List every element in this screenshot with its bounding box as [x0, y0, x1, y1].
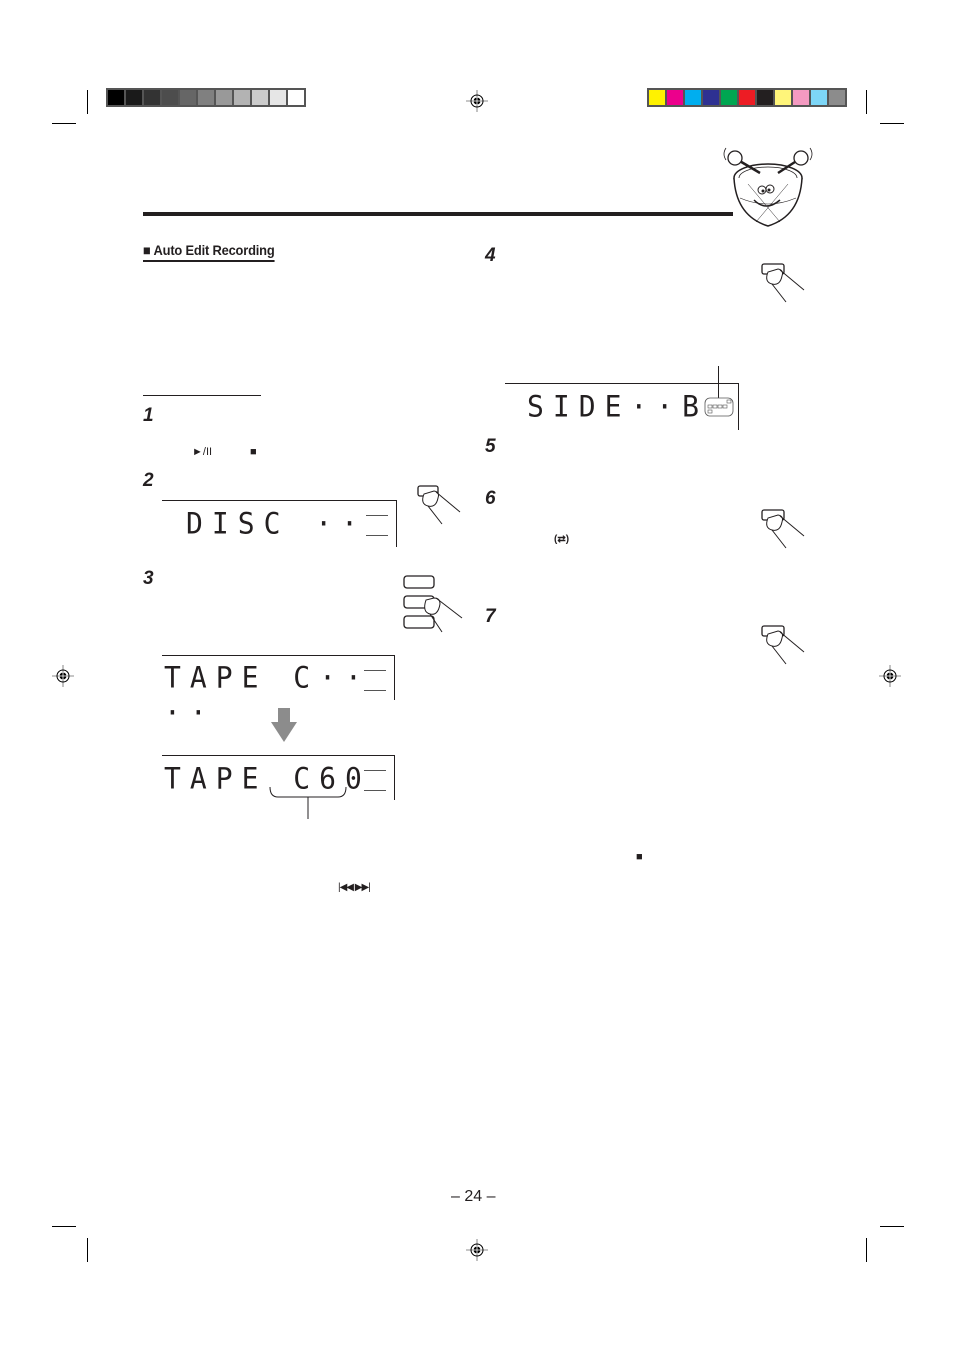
step-number: 6 — [485, 488, 496, 509]
section-title: ■ Auto Edit Recording — [143, 242, 275, 262]
arrow-down-icon — [271, 708, 297, 742]
color-swatch — [234, 90, 250, 105]
color-swatch — [721, 90, 737, 105]
color-swatch — [667, 90, 683, 105]
drum-mascot-icon — [723, 147, 813, 227]
lcd-text: DISC ·· — [186, 506, 368, 541]
step-number: 1 — [143, 405, 154, 426]
grayscale-calibration-bar — [106, 88, 306, 107]
lcd-display-disc: DISC ·· — [162, 500, 397, 547]
color-swatch — [198, 90, 214, 105]
reverse-mode-icon: (⇄) — [554, 534, 570, 545]
step-number: 7 — [485, 606, 496, 627]
indicator-leader-line — [718, 366, 719, 398]
registration-mark-icon — [466, 90, 488, 112]
play-pause-icon: ►/II — [192, 446, 213, 458]
color-swatch — [270, 90, 286, 105]
color-swatch — [703, 90, 719, 105]
color-swatch — [739, 90, 755, 105]
color-calibration-bar — [647, 88, 847, 107]
color-swatch — [162, 90, 178, 105]
stop-icon: ■ — [636, 851, 643, 863]
divider — [143, 395, 261, 396]
color-swatch — [649, 90, 665, 105]
tape-counter-indicator-icon — [704, 397, 734, 417]
color-swatch — [144, 90, 160, 105]
step-number: 4 — [485, 245, 496, 266]
crop-mark — [880, 123, 904, 124]
registration-mark-icon — [52, 665, 74, 687]
skip-buttons-icon: |◀◀ ▶▶| — [338, 882, 371, 893]
color-swatch — [757, 90, 773, 105]
color-swatch — [775, 90, 791, 105]
finger-press-button-icon — [761, 625, 805, 665]
color-swatch — [126, 90, 142, 105]
crop-mark — [880, 1226, 904, 1227]
registration-mark-icon — [466, 1239, 488, 1261]
color-swatch — [216, 90, 232, 105]
crop-mark — [87, 90, 88, 114]
finger-press-button-icon — [761, 263, 805, 303]
step-number: 2 — [143, 470, 154, 491]
crop-mark — [52, 123, 76, 124]
stop-icon: ■ — [250, 446, 257, 458]
header-rule — [143, 212, 733, 216]
color-swatch — [252, 90, 268, 105]
step-number: 3 — [143, 568, 154, 589]
registration-mark-icon — [879, 665, 901, 687]
color-swatch — [685, 90, 701, 105]
callout-bracket — [269, 786, 347, 819]
color-swatch — [793, 90, 809, 105]
color-swatch — [811, 90, 827, 105]
step-number: 5 — [485, 436, 496, 457]
finger-press-button-icon — [403, 575, 463, 633]
color-swatch — [108, 90, 124, 105]
crop-mark — [866, 1238, 867, 1262]
color-swatch — [288, 90, 304, 105]
finger-press-button-icon — [761, 509, 805, 549]
color-swatch — [829, 90, 845, 105]
crop-mark — [866, 90, 867, 114]
finger-press-button-icon — [417, 485, 461, 525]
lcd-display-tape-blank: TAPE C·· ·· — [162, 655, 395, 730]
crop-mark — [87, 1238, 88, 1262]
crop-mark — [52, 1226, 76, 1227]
color-swatch — [180, 90, 196, 105]
page-number: – 24 – — [451, 1188, 496, 1205]
lcd-text: SIDE··B — [527, 389, 709, 424]
